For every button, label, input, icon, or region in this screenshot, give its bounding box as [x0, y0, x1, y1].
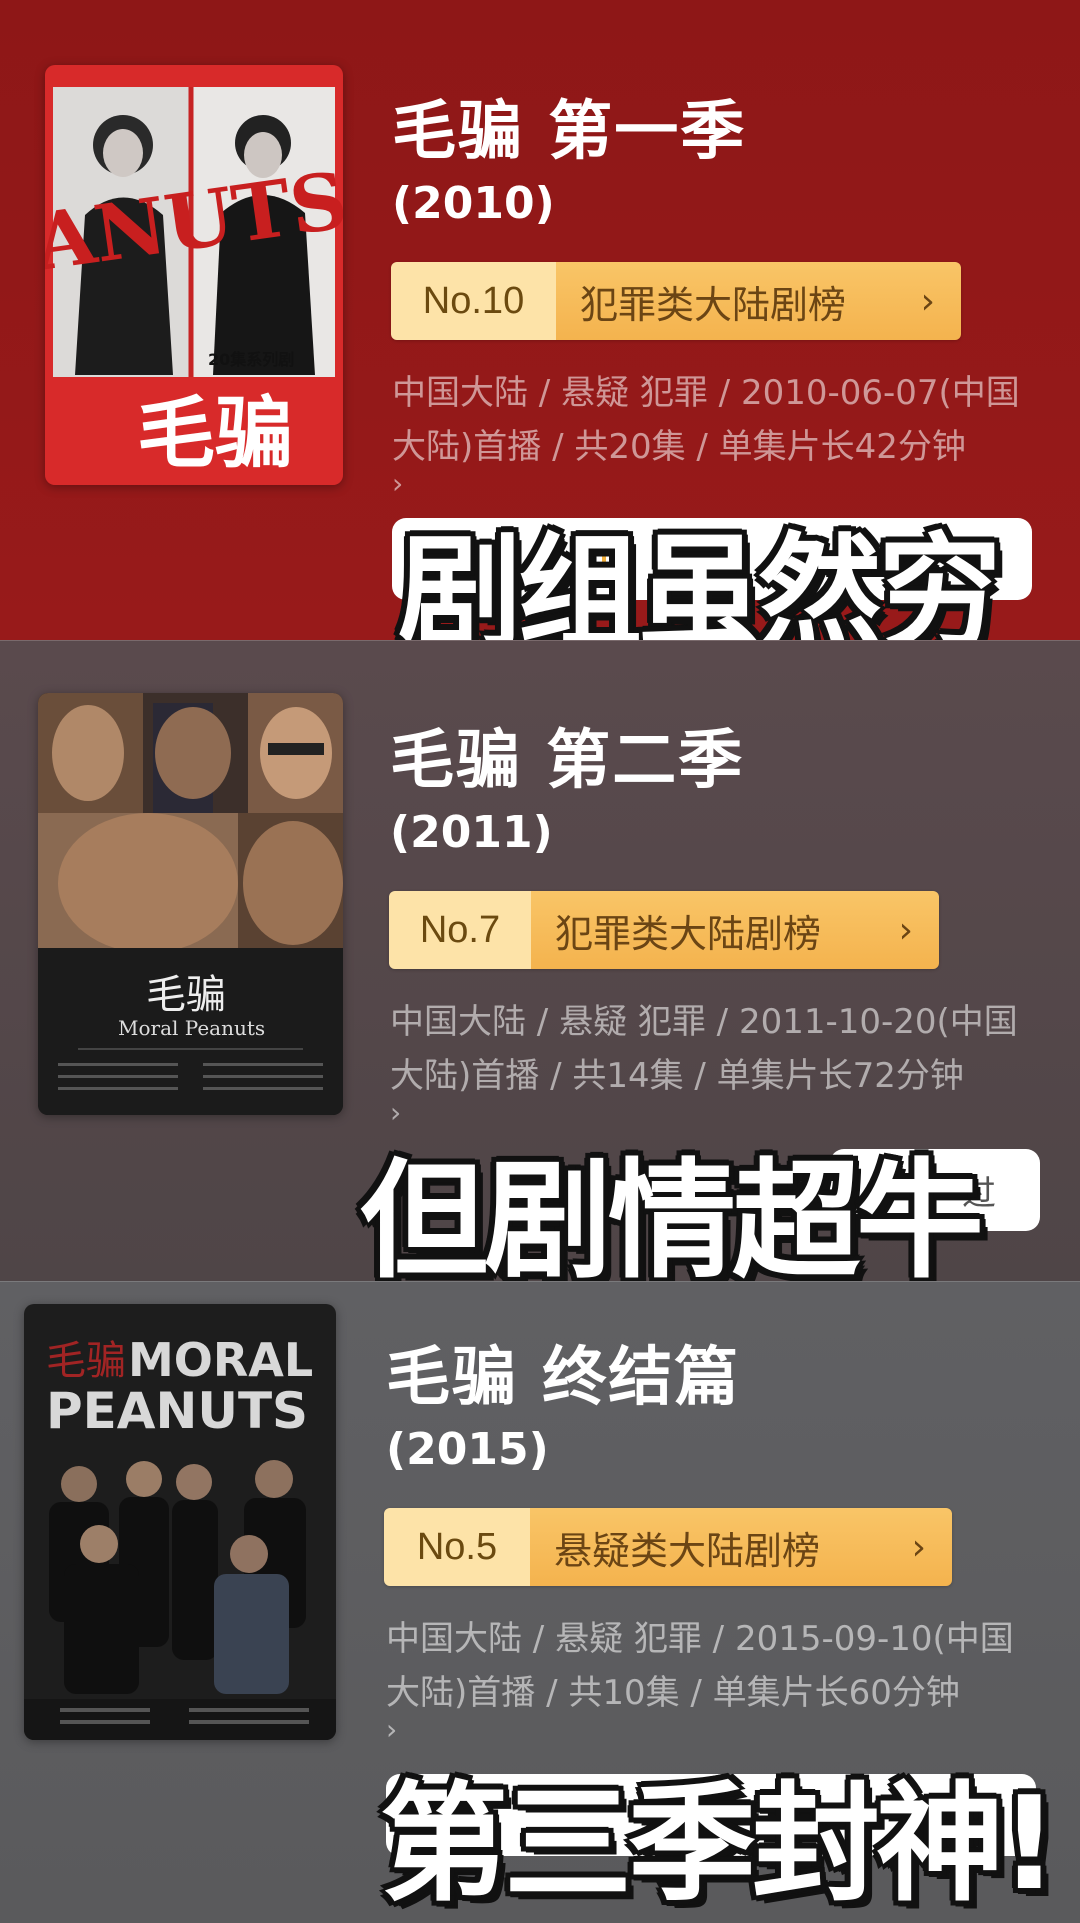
poster-image-1[interactable]: ANUTS 20集系列剧 毛骗 — [45, 65, 343, 485]
overlay-caption-3: 第三季封神! — [380, 1770, 1058, 1919]
poster-title-cn-3: 毛骗 — [46, 1338, 126, 1384]
chevron-right-icon: › — [911, 1526, 926, 1568]
show-meta-1[interactable]: 中国大陆 / 悬疑 犯罪 / 2010-06-07(中国大陆)首播 / 共20集… — [392, 366, 1052, 500]
meta-text-2: 中国大陆 / 悬疑 犯罪 / 2011-10-20(中国大陆)首播 / 共14集… — [390, 1002, 1018, 1096]
show-year-3: (2015) — [386, 1424, 549, 1475]
poster-art-3: 毛骗 MORAL PEANUTS — [24, 1304, 336, 1740]
show-year-2: (2011) — [390, 807, 553, 858]
chevron-right-icon: › — [920, 280, 935, 322]
show-title-3[interactable]: 毛骗 终结篇 — [386, 1326, 740, 1418]
chevron-right-icon: › — [898, 909, 913, 951]
overlay-caption-1: 剧组虽然穷 — [398, 522, 1002, 640]
rank-number-1: No.10 — [391, 262, 556, 340]
show-meta-3[interactable]: 中国大陆 / 悬疑 犯罪 / 2015-09-10(中国大陆)首播 / 共10集… — [386, 1612, 1046, 1746]
poster-subtitle-2: Moral Peanuts — [118, 1016, 265, 1040]
rank-badge-2[interactable]: No.7 犯罪类大陆剧榜 › — [389, 891, 939, 969]
show-title-1[interactable]: 毛骗 第一季 — [392, 80, 746, 172]
rank-badge-3[interactable]: No.5 悬疑类大陆剧榜 › — [384, 1508, 952, 1586]
poster-title-en1-3: MORAL — [128, 1333, 313, 1387]
show-card-2[interactable]: 毛骗 Moral Peanuts 毛骗 第二季 (2011) No.7 犯罪类大… — [0, 640, 1080, 1281]
rank-list-label-3: 悬疑类大陆剧榜 — [554, 1528, 821, 1573]
show-meta-2[interactable]: 中国大陆 / 悬疑 犯罪 / 2011-10-20(中国大陆)首播 / 共14集… — [390, 995, 1050, 1127]
show-card-1[interactable]: ANUTS 20集系列剧 毛骗 毛骗 第一季 (2010) No.10 犯罪类大… — [0, 0, 1080, 640]
poster-tag-1: 20集系列剧 — [208, 350, 294, 369]
poster-title-1: 毛骗 — [137, 389, 293, 479]
show-year-1: (2010) — [392, 178, 555, 229]
show-title-2[interactable]: 毛骗 第二季 — [390, 709, 744, 801]
poster-title-en2-3: PEANUTS — [46, 1382, 308, 1440]
poster-art-2: 毛骗 Moral Peanuts — [38, 693, 343, 1115]
meta-text-3: 中国大陆 / 悬疑 犯罪 / 2015-09-10(中国大陆)首播 / 共10集… — [386, 1619, 1014, 1713]
rank-number-3: No.5 — [384, 1508, 530, 1586]
rank-list-label-2: 犯罪类大陆剧榜 — [555, 911, 822, 956]
show-card-3[interactable]: 毛骗 MORAL PEANUTS 毛骗 终结篇 (2015) No.5 悬疑类大… — [0, 1281, 1080, 1923]
poster-art-1: ANUTS 20集系列剧 毛骗 — [45, 65, 343, 485]
meta-chevron-icon: › — [386, 1713, 398, 1746]
rank-list-3: 悬疑类大陆剧榜 › — [530, 1508, 952, 1586]
meta-chevron-icon: › — [392, 467, 404, 500]
rank-list-label-1: 犯罪类大陆剧榜 — [580, 282, 847, 327]
rank-list-1: 犯罪类大陆剧榜 › — [556, 262, 961, 340]
poster-title-2: 毛骗 — [146, 972, 226, 1018]
meta-text-1: 中国大陆 / 悬疑 犯罪 / 2010-06-07(中国大陆)首播 / 共20集… — [392, 373, 1020, 467]
rank-badge-1[interactable]: No.10 犯罪类大陆剧榜 › — [391, 262, 961, 340]
rank-list-2: 犯罪类大陆剧榜 › — [531, 891, 939, 969]
poster-image-2[interactable]: 毛骗 Moral Peanuts — [38, 693, 343, 1115]
rank-number-2: No.7 — [389, 891, 531, 969]
poster-image-3[interactable]: 毛骗 MORAL PEANUTS — [24, 1304, 336, 1740]
overlay-caption-2: 但剧情超牛 — [360, 1147, 984, 1281]
